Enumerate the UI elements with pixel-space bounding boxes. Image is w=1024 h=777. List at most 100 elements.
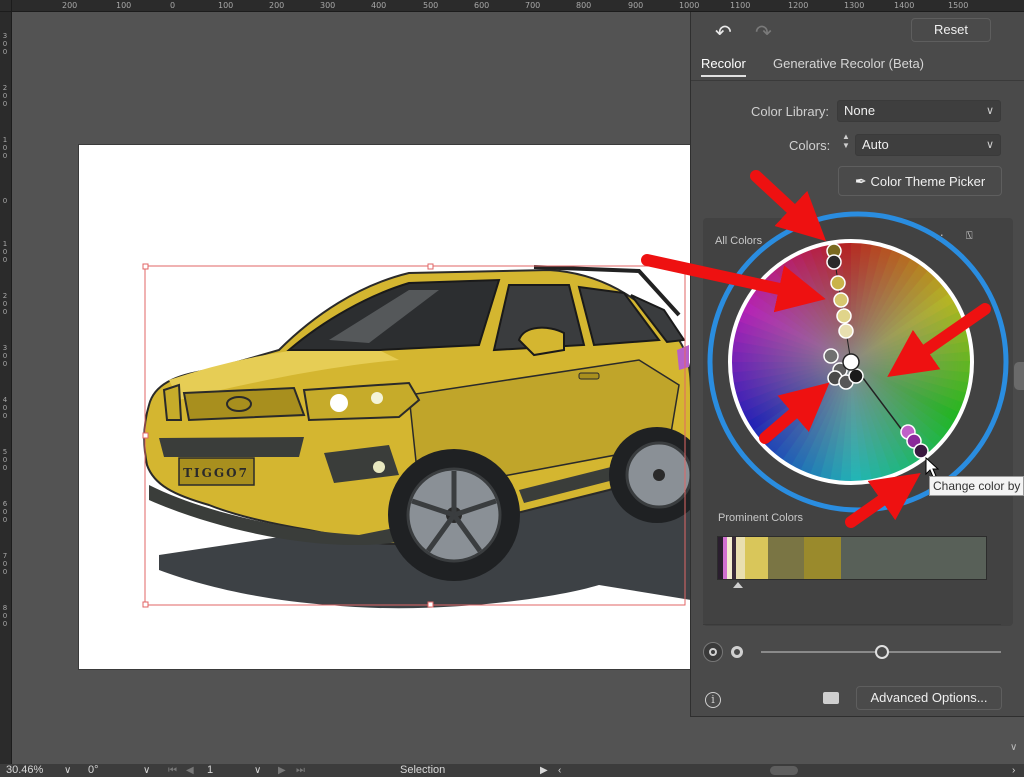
- license-plate-text: TIGGO7: [183, 466, 249, 480]
- color-theme-picker-label: Color Theme Picker: [870, 174, 986, 189]
- colors-label: Colors:: [789, 138, 831, 153]
- saturation-slider-handle[interactable]: [875, 645, 889, 659]
- top-ruler-tick: 900: [628, 1, 644, 10]
- top-ruler-tick: 600: [474, 1, 490, 10]
- headlight-lamp: [330, 394, 348, 412]
- recolor-panel: ↶ ↷ Reset Recolor Generative Recolor (Be…: [690, 12, 1024, 717]
- tab-recolor[interactable]: Recolor: [701, 56, 746, 77]
- top-ruler-tick: 1100: [730, 1, 751, 10]
- color-wheel-section: All Colors ∷ ⍂ Prominent Colors: [703, 218, 1013, 626]
- prominent-color-swatch[interactable]: [804, 537, 841, 579]
- undo-icon[interactable]: ↶: [715, 20, 732, 45]
- reset-button[interactable]: Reset: [911, 18, 991, 42]
- advanced-options-button[interactable]: Advanced Options...: [856, 686, 1002, 710]
- panel-scroll-knob[interactable]: [1014, 362, 1024, 390]
- color-theme-picker-button[interactable]: ✒ Color Theme Picker: [838, 166, 1002, 196]
- top-ruler-tick: 700: [525, 1, 541, 10]
- artboard-number[interactable]: 1: [207, 764, 213, 777]
- info-icon[interactable]: i: [705, 692, 721, 708]
- vertical-scroll-down-icon[interactable]: ∨: [1010, 742, 1017, 753]
- redo-icon[interactable]: ↷: [755, 20, 772, 45]
- top-ruler-tick: 500: [423, 1, 439, 10]
- door-handle: [578, 372, 600, 380]
- prev-artboard-icon[interactable]: ◀: [186, 764, 194, 777]
- prominent-color-swatch[interactable]: [840, 537, 986, 579]
- current-tool: Selection: [400, 764, 446, 776]
- horizontal-scrollbar-thumb[interactable]: [770, 766, 798, 775]
- link-harmony-icon[interactable]: ∷: [936, 231, 954, 247]
- tab-divider: [691, 80, 1024, 81]
- lower-grille: [159, 437, 304, 457]
- colors-dropdown[interactable]: Auto ∨: [855, 134, 1001, 156]
- all-colors-label: All Colors: [715, 235, 763, 247]
- front-grille: [182, 386, 306, 422]
- top-ruler-tick: 1500: [948, 1, 969, 10]
- next-artboard-icon[interactable]: ▶: [278, 764, 286, 777]
- eyedropper-icon: ✒: [854, 173, 867, 189]
- chevron-down-icon: ∨: [985, 139, 994, 151]
- first-artboard-icon[interactable]: ⏮: [168, 764, 177, 777]
- prominent-colors-label: Prominent Colors: [718, 512, 803, 524]
- chevron-down-icon[interactable]: ∨: [254, 764, 261, 777]
- colors-stepper[interactable]: ▲ ▼: [840, 132, 852, 154]
- prominent-marker-icon[interactable]: [733, 582, 743, 588]
- left-ruler-tick: 3 0 0: [2, 32, 8, 56]
- top-ruler-tick: 800: [576, 1, 592, 10]
- top-ruler-tick: 1400: [894, 1, 915, 10]
- top-ruler-tick: 200: [269, 1, 285, 10]
- chevron-down-icon[interactable]: ∨: [64, 764, 71, 777]
- ruler-corner: [0, 0, 12, 12]
- last-artboard-icon[interactable]: ⏭: [296, 764, 305, 777]
- scroll-left-icon[interactable]: ‹: [558, 764, 561, 777]
- car-illustration[interactable]: TIGGO7: [79, 145, 691, 669]
- tooltip: Change color by: [929, 476, 1024, 496]
- left-ruler-tick: 1 0 0: [2, 136, 8, 160]
- prominent-colors-bar[interactable]: [717, 536, 987, 580]
- status-bar: 30.46% ∨ 0° ∨ ⏮ ◀ 1 ∨ ▶ ⏭ Selection ▶ ‹ …: [0, 764, 1024, 777]
- left-ruler-tick: 2 0 0: [2, 292, 8, 316]
- top-ruler-tick: 200: [62, 1, 78, 10]
- bottom-divider: [703, 624, 1001, 625]
- headlight-lamp-small: [371, 392, 383, 404]
- view-mode-smooth-icon[interactable]: [703, 642, 723, 662]
- colors-value: Auto: [862, 137, 889, 152]
- top-ruler[interactable]: 200 100 0 100 200 300 400 500 600 700 80…: [12, 0, 1024, 12]
- chevron-down-icon[interactable]: ∨: [143, 764, 150, 777]
- color-library-dropdown[interactable]: None ∨: [837, 100, 1001, 122]
- left-ruler-tick: 4 0 0: [2, 396, 8, 420]
- left-ruler[interactable]: 3 0 0 2 0 0 1 0 0 0 1 0 0 2 0 0 3 0 0 4 …: [0, 12, 12, 764]
- color-library-label: Color Library:: [751, 104, 830, 119]
- left-ruler-tick: 6 0 0: [2, 500, 8, 524]
- left-ruler-tick: 1 0 0: [2, 240, 8, 264]
- prominent-color-swatch[interactable]: [767, 537, 805, 579]
- top-ruler-tick: 100: [116, 1, 132, 10]
- illustrator-window: 200 100 0 100 200 300 400 500 600 700 80…: [0, 0, 1024, 777]
- tool-menu-icon[interactable]: ▶: [540, 764, 548, 777]
- top-ruler-tick: 1000: [679, 1, 700, 10]
- prominent-color-swatch[interactable]: [736, 537, 746, 579]
- left-ruler-tick: 3 0 0: [2, 344, 8, 368]
- left-ruler-tick: 7 0 0: [2, 552, 8, 576]
- scroll-right-icon[interactable]: ›: [1012, 764, 1015, 777]
- chevron-down-icon: ∨: [985, 105, 994, 117]
- zoom-level[interactable]: 30.46%: [6, 764, 43, 777]
- rear-wheel-hub: [653, 469, 665, 481]
- headlight-left: [162, 383, 183, 421]
- top-ruler-tick: 1200: [788, 1, 809, 10]
- left-ruler-tick: 8 0 0: [2, 604, 8, 628]
- left-ruler-tick: 0: [2, 197, 8, 205]
- folder-icon[interactable]: [823, 692, 839, 704]
- top-ruler-tick: 100: [218, 1, 234, 10]
- prominent-color-swatch[interactable]: [745, 537, 768, 579]
- top-ruler-tick: 1300: [844, 1, 865, 10]
- headlight: [302, 381, 421, 422]
- artboard[interactable]: TIGGO7: [79, 145, 691, 669]
- tab-generative-recolor[interactable]: Generative Recolor (Beta): [773, 56, 924, 71]
- left-ruler-tick: 5 0 0: [2, 448, 8, 472]
- top-ruler-tick: 0: [170, 1, 176, 10]
- rotation-value[interactable]: 0°: [88, 764, 99, 777]
- lock-colors-icon[interactable]: ⍂: [966, 230, 986, 246]
- view-mode-segmented-icon[interactable]: [731, 646, 743, 658]
- left-ruler-tick: 2 0 0: [2, 84, 8, 108]
- fog-light: [373, 461, 385, 473]
